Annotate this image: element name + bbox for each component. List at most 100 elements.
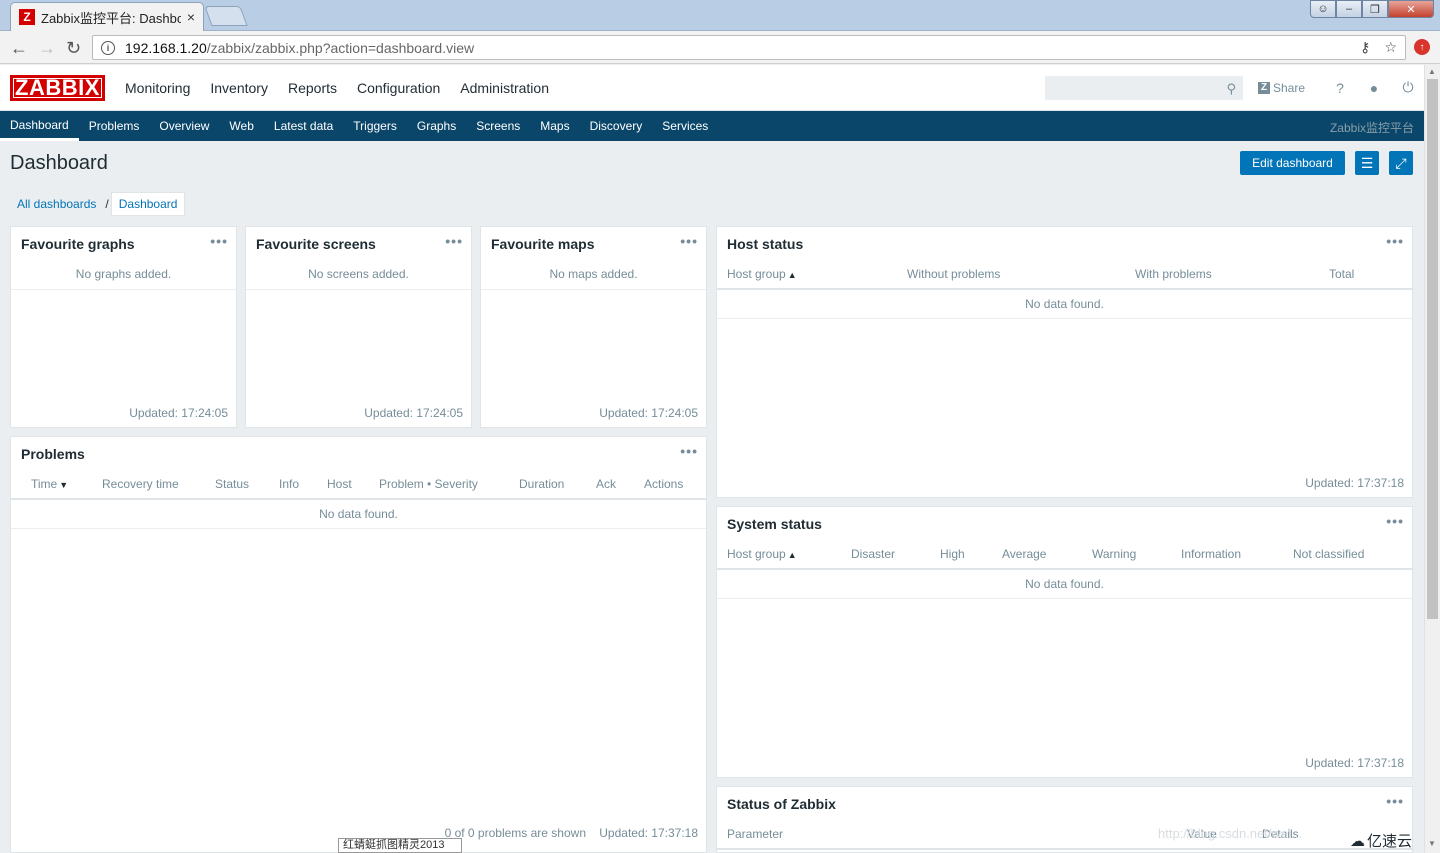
- edit-dashboard-button[interactable]: Edit dashboard: [1240, 151, 1345, 175]
- updated-time: Updated: 17:24:05: [599, 406, 698, 420]
- sort-desc-icon: ▼: [59, 480, 69, 490]
- menu-reports[interactable]: Reports: [278, 65, 347, 111]
- url-input[interactable]: i 192.168.1.20 /zabbix/zabbix.php?action…: [92, 35, 1406, 60]
- share-button[interactable]: Z Share: [1258, 81, 1305, 95]
- widget-title: System status: [727, 516, 822, 532]
- user-profile-icon[interactable]: ☺: [1310, 0, 1336, 18]
- widget-options-icon[interactable]: •••: [1386, 513, 1404, 529]
- address-bar-row: ← → ↻ i 192.168.1.20 /zabbix/zabbix.php?…: [0, 31, 1440, 64]
- submenu-maps[interactable]: Maps: [530, 111, 579, 141]
- submenu-dashboard[interactable]: Dashboard: [0, 111, 79, 141]
- column-total: Total: [1329, 267, 1355, 281]
- column-ack: Ack: [596, 477, 617, 491]
- back-arrow-icon[interactable]: ←: [10, 38, 28, 59]
- widget-favourite-screens: Favourite screens ••• No screens added. …: [245, 226, 472, 428]
- sign-out-icon[interactable]: ⏻: [1391, 79, 1425, 96]
- fullscreen-icon[interactable]: ⤢: [1389, 151, 1413, 175]
- close-window-button[interactable]: ✕: [1388, 0, 1434, 18]
- problems-summary: 0 of 0 problems are shown: [444, 826, 586, 840]
- widget-host-status: Host status ••• Host group ▲ Without prob…: [716, 226, 1413, 498]
- updated-time: Updated: 17:37:18: [1305, 476, 1404, 490]
- column-average: Average: [1002, 547, 1047, 561]
- divider: [717, 598, 1412, 599]
- column-host-group[interactable]: Host group ▲: [727, 267, 797, 281]
- minimize-button[interactable]: –: [1336, 0, 1362, 18]
- bookmark-star-icon[interactable]: ☆: [1384, 39, 1397, 56]
- sort-asc-icon: ▲: [787, 550, 797, 560]
- submenu-problems[interactable]: Problems: [79, 111, 150, 141]
- column-warning: Warning: [1092, 547, 1137, 561]
- updated-time: Updated: 17:37:18: [1305, 756, 1404, 770]
- zabbix-logo[interactable]: ZABBIX: [10, 75, 105, 101]
- updated-time: Updated: 17:37:18: [599, 826, 698, 840]
- widget-options-icon[interactable]: •••: [210, 233, 228, 249]
- reload-icon[interactable]: ↻: [66, 38, 81, 59]
- scroll-up-icon[interactable]: ▲: [1428, 67, 1436, 76]
- menu-administration[interactable]: Administration: [450, 65, 559, 111]
- main-menu: Monitoring Inventory Reports Configurati…: [115, 65, 559, 111]
- menu-inventory[interactable]: Inventory: [200, 65, 278, 111]
- widget-options-icon[interactable]: •••: [445, 233, 463, 249]
- submenu-web[interactable]: Web: [219, 111, 263, 141]
- updated-time: Updated: 17:24:05: [364, 406, 463, 420]
- extension-icon[interactable]: ↑: [1414, 39, 1430, 55]
- divider: [717, 318, 1412, 319]
- breadcrumb-dashboard[interactable]: Dashboard: [110, 192, 186, 216]
- submenu-discovery[interactable]: Discovery: [580, 111, 653, 141]
- restore-button[interactable]: ❐: [1362, 0, 1388, 18]
- column-time[interactable]: Time ▼: [31, 477, 68, 491]
- menu-list-icon[interactable]: ☰: [1355, 151, 1379, 175]
- empty-message: No data found.: [1025, 577, 1104, 591]
- widget-title: Status of Zabbix: [727, 796, 836, 812]
- submenu-latest-data[interactable]: Latest data: [264, 111, 343, 141]
- user-profile-icon[interactable]: ●: [1357, 80, 1391, 96]
- info-icon[interactable]: i: [101, 40, 115, 55]
- column-not-classified: Not classified: [1293, 547, 1365, 561]
- search-icon[interactable]: ⚲: [1226, 81, 1236, 97]
- submenu-overview[interactable]: Overview: [149, 111, 219, 141]
- empty-message: No data found.: [1025, 297, 1104, 311]
- yisu-logo: ☁ 亿速云: [1350, 830, 1412, 851]
- column-problem-severity: Problem • Severity: [379, 477, 478, 491]
- widget-options-icon[interactable]: •••: [1386, 793, 1404, 809]
- submenu-graphs[interactable]: Graphs: [407, 111, 466, 141]
- share-label: Share: [1273, 80, 1306, 95]
- key-icon[interactable]: ⚷: [1360, 39, 1370, 56]
- column-with-problems: With problems: [1135, 267, 1212, 281]
- column-actions: Actions: [644, 477, 684, 491]
- widget-options-icon[interactable]: •••: [680, 233, 698, 249]
- column-host-group[interactable]: Host group ▲: [727, 547, 797, 561]
- watermark-text: http://blog.csdn.net/wei...: [1158, 826, 1302, 841]
- widget-options-icon[interactable]: •••: [680, 443, 698, 459]
- breadcrumb-separator: /: [105, 197, 109, 211]
- submenu-services[interactable]: Services: [652, 111, 718, 141]
- tab-close-icon[interactable]: ×: [187, 9, 195, 25]
- search-input[interactable]: ⚲: [1045, 76, 1243, 100]
- submenu-triggers[interactable]: Triggers: [343, 111, 407, 141]
- page-scrollbar[interactable]: ▲ ▼: [1424, 65, 1440, 853]
- url-host: 192.168.1.20: [125, 39, 207, 56]
- divider: [246, 289, 471, 290]
- breadcrumb: All dashboards / Dashboard: [10, 192, 186, 216]
- new-tab-button[interactable]: [204, 6, 248, 26]
- help-icon[interactable]: ?: [1323, 80, 1357, 96]
- widget-title: Favourite maps: [491, 236, 595, 252]
- forward-arrow-icon[interactable]: →: [38, 38, 56, 59]
- capture-tool-tooltip: 红蜻蜓抓图精灵2013: [338, 838, 462, 853]
- breadcrumb-all-dashboards[interactable]: All dashboards: [10, 193, 103, 215]
- header-icons: Z Share ? ● ⏻: [1258, 79, 1425, 96]
- scroll-thumb[interactable]: [1427, 79, 1438, 619]
- widget-options-icon[interactable]: •••: [1386, 233, 1404, 249]
- column-duration: Duration: [519, 477, 565, 491]
- zabbix-favicon-icon: Z: [19, 9, 35, 25]
- tab-title: Zabbix监控平台: Dashbo: [41, 10, 181, 26]
- menu-configuration[interactable]: Configuration: [347, 65, 450, 111]
- zabbix-share-icon: Z: [1258, 81, 1270, 94]
- browser-tab-active[interactable]: Z Zabbix监控平台: Dashbo ×: [10, 2, 204, 31]
- menu-monitoring[interactable]: Monitoring: [115, 65, 200, 111]
- submenu-screens[interactable]: Screens: [466, 111, 530, 141]
- column-status: Status: [215, 477, 250, 491]
- scroll-down-icon[interactable]: ▼: [1428, 839, 1436, 848]
- widget-favourite-graphs: Favourite graphs ••• No graphs added. Up…: [10, 226, 237, 428]
- widget-title: Host status: [727, 236, 804, 252]
